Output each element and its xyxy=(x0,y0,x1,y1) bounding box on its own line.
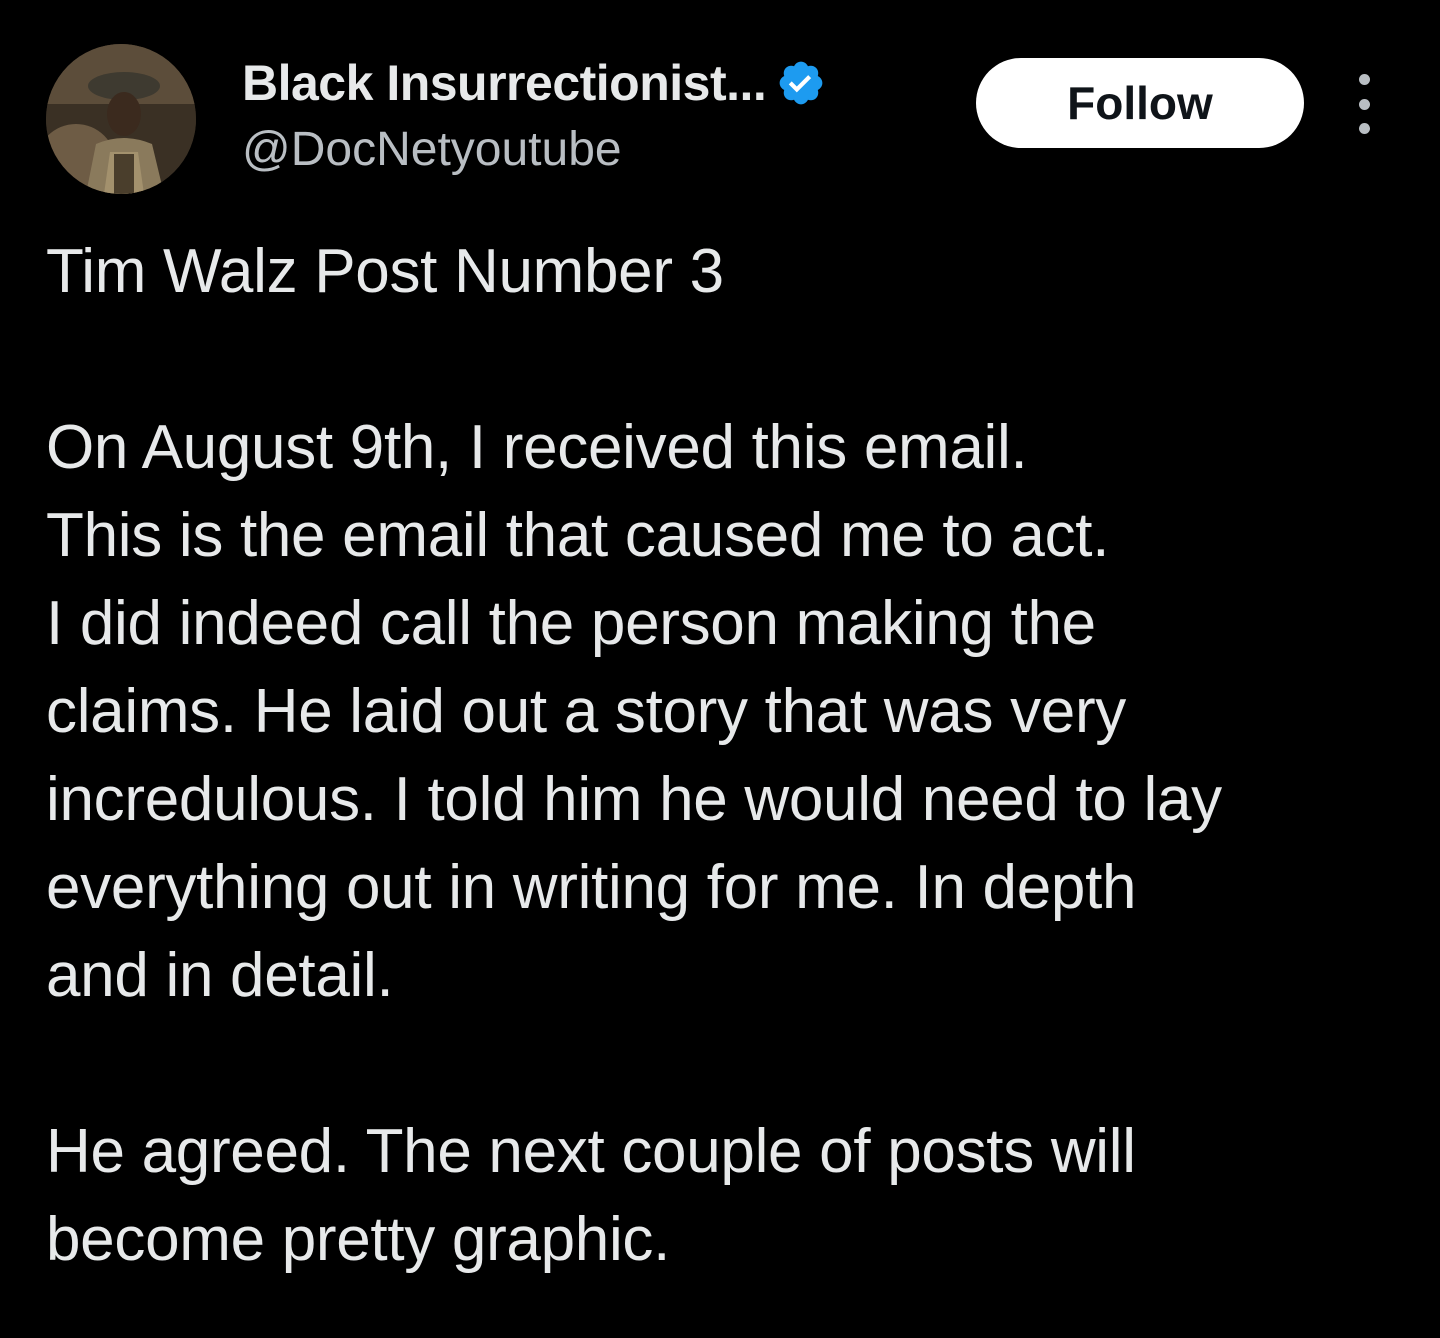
tweet-header: Black Insurrectionist... @DocNetyoutube … xyxy=(46,44,1396,194)
tweet-text: Tim Walz Post Number 3 On August 9th, I … xyxy=(46,228,1416,1284)
more-vertical-icon[interactable] xyxy=(1346,74,1382,134)
body-line: incredulous. I told him he would need to… xyxy=(46,765,1222,834)
body-line: everything out in writing for me. In dep… xyxy=(46,853,1137,922)
body-line: I did indeed call the person making the xyxy=(46,589,1096,658)
author-info: Black Insurrectionist... @DocNetyoutube xyxy=(242,50,942,177)
avatar-image xyxy=(46,44,196,194)
body-line: This is the email that caused me to act. xyxy=(46,501,1110,570)
more-dot xyxy=(1358,74,1370,85)
more-dot xyxy=(1358,123,1370,134)
display-name[interactable]: Black Insurrectionist... xyxy=(242,54,767,112)
body-line: He agreed. The next couple of posts will xyxy=(46,1117,1136,1186)
body-line: and in detail. xyxy=(46,941,394,1010)
tweet: Black Insurrectionist... @DocNetyoutube … xyxy=(0,0,1440,1338)
body-line: claims. He laid out a story that was ver… xyxy=(46,677,1126,746)
more-dot xyxy=(1358,98,1370,110)
verified-badge-icon[interactable] xyxy=(776,58,826,108)
body-line: On August 9th, I received this email. xyxy=(46,413,1028,482)
post-title: Tim Walz Post Number 3 xyxy=(46,237,724,306)
follow-button[interactable]: Follow xyxy=(976,58,1304,148)
author-handle[interactable]: @DocNetyoutube xyxy=(242,122,942,177)
body-line: become pretty graphic. xyxy=(46,1205,671,1274)
name-row: Black Insurrectionist... xyxy=(242,50,942,116)
avatar[interactable] xyxy=(46,44,196,194)
